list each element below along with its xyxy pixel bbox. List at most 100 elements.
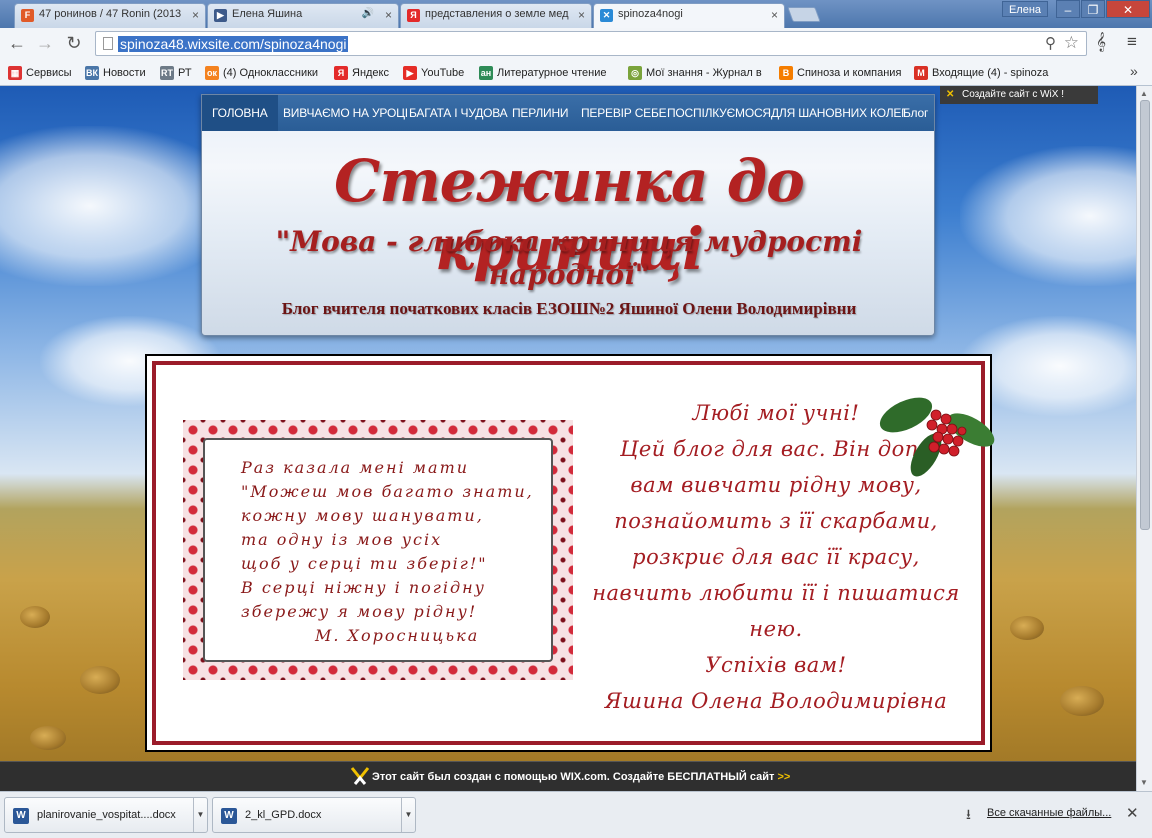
bookmark-odnoklassniki[interactable]: ок (4) Одноклассники [205, 64, 330, 82]
bookmark-literary-reading[interactable]: ан Литературное чтение [479, 64, 619, 82]
bookmark-youtube[interactable]: ▶ YouTube [403, 64, 473, 82]
download-item[interactable]: W planirovanie_vospitat....docx ▼ [4, 797, 208, 833]
new-tab-button[interactable] [787, 7, 821, 22]
page-icon [103, 37, 113, 50]
nav-learn-in-class[interactable]: ВИВЧАЄМО НА УРОЦІ [283, 95, 408, 131]
word-document-icon: W [13, 808, 29, 824]
tab-favicon-icon: ▶ [214, 9, 227, 22]
poem-line: "Можеш мов багато знати, [241, 482, 534, 501]
wix-footer-banner[interactable]: Этот сайт был создан с помощью WIX.com. … [0, 761, 1136, 791]
minimize-icon[interactable]: – [1056, 0, 1080, 18]
greeting-line: познайомить з її скарбами, [614, 509, 938, 533]
site-header: ГОЛОВНА ВИВЧАЄМО НА УРОЦІ БАГАТА І ЧУДОВ… [201, 94, 935, 336]
haybale-shape [20, 606, 50, 628]
poem-line: В серці ніжну і погідну [241, 578, 486, 597]
bookmark-services[interactable]: ▦ Сервисы [8, 64, 78, 82]
nav-pearls[interactable]: ПЕРЛИНИ [512, 95, 569, 131]
cloud-shape [960, 146, 1136, 286]
poem-box: Раз казала мені мати "Можеш мов багато з… [203, 438, 553, 662]
menu-icon[interactable]: ≡ [1127, 32, 1137, 52]
embroidered-frame: Раз казала мені мати "Можеш мов багато з… [183, 420, 573, 680]
wix-banner-arrows[interactable]: >> [777, 771, 790, 783]
zoom-icon[interactable]: ⚲ [1045, 34, 1056, 52]
address-bar[interactable]: spinoza48.wixsite.com/spinoza4nogi ⚲ ☆ [95, 31, 1087, 56]
tab-close-icon[interactable]: × [192, 8, 199, 22]
wix-star-icon: ✕ [946, 89, 955, 100]
close-icon[interactable]: ✕ [1126, 804, 1139, 822]
maximize-icon[interactable]: ❐ [1081, 0, 1105, 18]
tab-close-icon[interactable]: × [578, 8, 585, 22]
profile-button[interactable]: Елена [1002, 1, 1048, 17]
download-icon: ⭳ [966, 806, 971, 822]
nav-lets-talk[interactable]: ПОСПІЛКУЄМОСЯ [667, 95, 771, 131]
nav-home[interactable]: ГОЛОВНА [202, 95, 278, 131]
audio-icon[interactable]: 🔊 [362, 8, 374, 19]
scroll-thumb[interactable] [1140, 100, 1150, 530]
gmail-icon: M [914, 66, 928, 80]
poem-line: кожну мову шанувати, [241, 506, 484, 525]
bookmark-gmail-inbox[interactable]: M Входящие (4) - spinoza [914, 64, 1050, 82]
tab-47-ronin[interactable]: F 47 ронинов / 47 Ronin (2013 × [14, 3, 206, 28]
wix-create-site-badge[interactable]: ✕ Создайте сайт с WiX ! [940, 86, 1098, 104]
site-nav: ГОЛОВНА ВИВЧАЄМО НА УРОЦІ БАГАТА І ЧУДОВ… [202, 95, 934, 131]
chevron-down-icon[interactable]: ▼ [193, 798, 207, 832]
tab-title: 47 ронинов / 47 Ronin (2013 [39, 8, 182, 20]
tab-spinoza4nogi[interactable]: ✕ spinoza4nogi × [593, 3, 785, 29]
bookmark-star-icon[interactable]: ☆ [1064, 33, 1079, 53]
nav-for-colleagues[interactable]: ДЛЯ ШАНОВНИХ КОЛЕГ [771, 95, 908, 131]
nav-rich-and-wonderful[interactable]: БАГАТА І ЧУДОВА [409, 95, 508, 131]
back-arrow-icon[interactable]: ← [6, 31, 28, 55]
vertical-scrollbar[interactable]: ▲ ▼ [1136, 86, 1152, 791]
bookmark-yandex[interactable]: Я Яндекс [334, 64, 396, 82]
blog-description: Блог вчителя початкових класів ЕЗОШ№2 Яш… [281, 299, 857, 318]
content-card: Раз казала мені мати "Можеш мов багато з… [145, 354, 995, 752]
tab-elena-yashina[interactable]: ▶ Елена Яшина 🔊 × [207, 3, 399, 28]
poem-line: збережу я мову рідну! [241, 602, 478, 621]
greeting-line: Успіхів вам! [705, 653, 847, 677]
vk-icon: ВК [85, 66, 99, 80]
haybale-shape [80, 666, 120, 694]
tab-close-icon[interactable]: × [771, 8, 778, 22]
nav-check-yourself[interactable]: ПЕРЕВІР СЕБЕ [581, 95, 667, 131]
extension-icon[interactable]: 𝄞 [1096, 32, 1106, 52]
haybale-shape [1010, 616, 1044, 640]
site-subtitle: "Мова - глибока криниця мудрості народно… [275, 225, 863, 291]
viburnum-berries-image [879, 397, 995, 477]
greeting-signature: Яшина Олена Володимирівна [604, 689, 948, 713]
bookmarks-more-icon[interactable]: » [1130, 63, 1138, 79]
tab-strip: F 47 ронинов / 47 Ronin (2013 × ▶ Елена … [0, 0, 1152, 29]
window-close-icon[interactable]: ✕ [1106, 0, 1150, 18]
tab-title: spinoza4nogi [618, 8, 683, 20]
page-viewport: ✕ Создайте сайт с WiX ! ГОЛОВНА ВИВЧАЄМО… [0, 86, 1136, 791]
word-document-icon: W [221, 808, 237, 824]
wix-logo-icon [350, 767, 370, 785]
poem-line: Раз казала мені мати [241, 458, 470, 477]
scroll-down-icon[interactable]: ▼ [1140, 778, 1148, 787]
nav-blog[interactable]: Блог [903, 95, 928, 131]
content-border: Раз казала мені мати "Можеш мов багато з… [152, 361, 995, 745]
browser-chrome: F 47 ронинов / 47 Ronin (2013 × ▶ Елена … [0, 0, 1152, 86]
browser-toolbar: ← → ↻ spinoza48.wixsite.com/spinoza4nogi… [0, 28, 1152, 60]
tab-title: представления о земле мед [425, 8, 569, 20]
chevron-down-icon[interactable]: ▼ [401, 798, 415, 832]
bookmark-spinoza-blog[interactable]: B Спиноза и компания [779, 64, 909, 82]
tab-title: Елена Яшина [232, 8, 303, 20]
bookmark-news[interactable]: ВК Новости [85, 64, 153, 82]
reload-icon[interactable]: ↻ [63, 31, 85, 55]
downloads-shelf: W planirovanie_vospitat....docx ▼ W 2_kl… [0, 791, 1152, 838]
yandex-icon: Я [334, 66, 348, 80]
bookmark-rt[interactable]: RT РТ [160, 64, 200, 82]
odnoklassniki-icon: ок [205, 66, 219, 80]
all-downloads-link[interactable]: Все скачанные файлы... [987, 807, 1111, 819]
scroll-up-icon[interactable]: ▲ [1140, 89, 1148, 98]
tab-close-icon[interactable]: × [385, 8, 392, 22]
site-icon: ◎ [628, 66, 642, 80]
forward-arrow-icon[interactable]: → [34, 31, 56, 55]
url-text[interactable]: spinoza48.wixsite.com/spinoza4nogi [118, 36, 349, 52]
bookmark-moi-znannya[interactable]: ◎ Мої знання - Журнал в [628, 64, 768, 82]
youtube-icon: ▶ [403, 66, 417, 80]
download-item[interactable]: W 2_kl_GPD.docx ▼ [212, 797, 416, 833]
download-filename: planirovanie_vospitat....docx [37, 809, 176, 821]
poem-author: М. Хоросницька [315, 626, 480, 645]
tab-yandex-search[interactable]: Я представления о земле мед × [400, 3, 592, 28]
